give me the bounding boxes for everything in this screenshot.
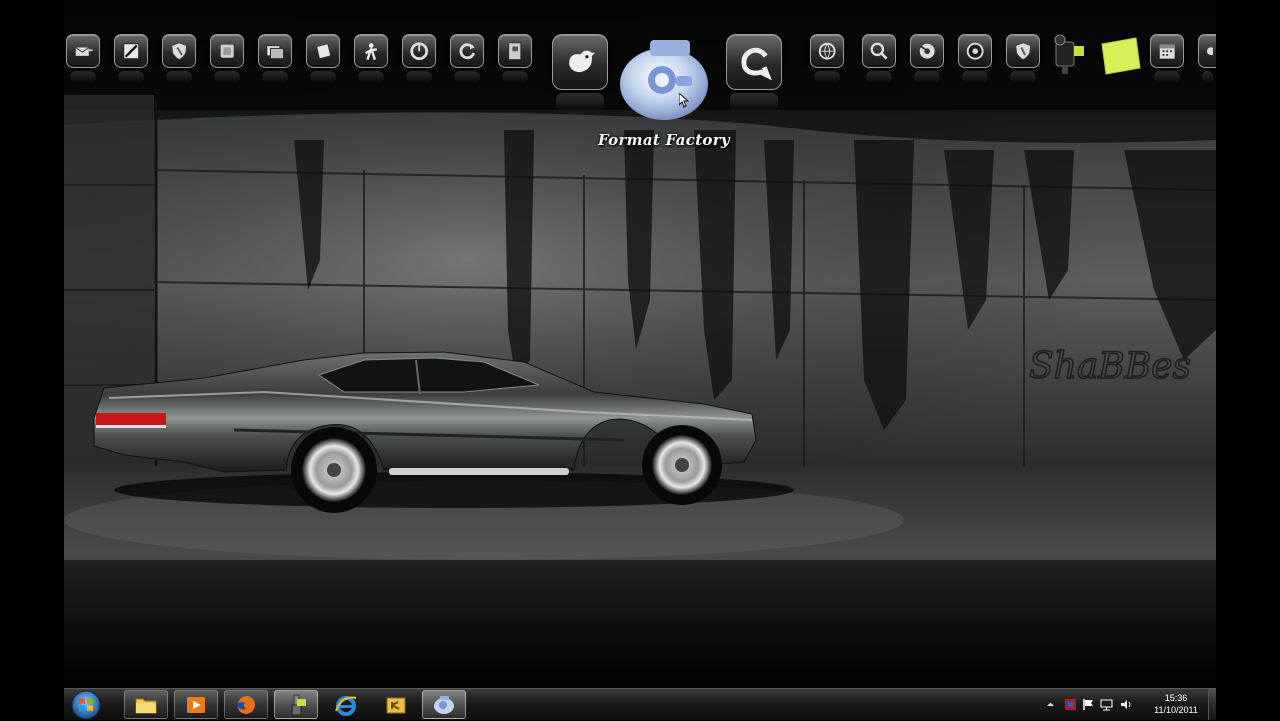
messenger-icon[interactable]	[726, 34, 782, 111]
globe-icon[interactable]	[810, 34, 844, 83]
media-icon[interactable]	[910, 34, 944, 83]
calendar-icon[interactable]	[1150, 34, 1184, 83]
camcorder-icon[interactable]	[1052, 32, 1092, 76]
email-icon[interactable]	[66, 34, 100, 83]
volume-icon[interactable]	[1120, 698, 1133, 711]
clock-time: 15:36	[1164, 693, 1188, 703]
svg-text:ShaBBes: ShaBBes	[1029, 346, 1191, 387]
partial-icon[interactable]	[1198, 34, 1216, 83]
sticky-note-icon[interactable]	[1098, 36, 1142, 76]
internet-explorer-icon[interactable]	[324, 690, 368, 719]
format-factory-icon[interactable]	[616, 36, 714, 122]
app-icon[interactable]	[210, 34, 244, 83]
security-icon[interactable]	[1006, 34, 1040, 83]
rocket-dock: Format Factory	[0, 0, 1280, 160]
note-icon[interactable]	[306, 34, 340, 83]
taskbar-clock[interactable]: 15:36 11/10/2011	[1148, 692, 1204, 716]
files-icon[interactable]	[498, 34, 532, 83]
taskbar: 15:36 11/10/2011	[64, 688, 1216, 720]
dock-hover-label: Format Factory	[598, 131, 730, 149]
show-desktop-button[interactable]	[1208, 689, 1216, 720]
aim-icon[interactable]	[354, 34, 388, 83]
tray-expand-icon[interactable]	[1044, 698, 1057, 711]
speaker-icon[interactable]	[958, 34, 992, 83]
clock-date: 11/10/2011	[1154, 705, 1198, 715]
twitter-bird-icon[interactable]	[552, 34, 608, 111]
windows-orb-icon	[71, 690, 101, 719]
format-factory-taskbar-icon[interactable]	[422, 690, 466, 719]
media-player-icon[interactable]	[174, 690, 218, 719]
action-center-flag-icon[interactable]	[1082, 698, 1095, 711]
system-tray: 15:36 11/10/2011	[1042, 689, 1216, 720]
reload-icon[interactable]	[450, 34, 484, 83]
network-icon[interactable]	[1100, 698, 1113, 711]
antivirus-icon[interactable]	[1064, 698, 1077, 711]
paint-app-icon[interactable]	[274, 690, 318, 719]
firefox-icon[interactable]	[224, 690, 268, 719]
ccleaner-icon[interactable]	[402, 34, 436, 83]
explorer-folder-icon[interactable]	[124, 690, 168, 719]
draw-icon[interactable]	[114, 34, 148, 83]
search-icon[interactable]	[862, 34, 896, 83]
key-app-icon[interactable]	[374, 690, 418, 719]
start-button[interactable]	[68, 689, 104, 720]
shield-icon[interactable]	[162, 34, 196, 83]
mouse-cursor-icon	[678, 91, 690, 112]
gallery-icon[interactable]	[258, 34, 292, 83]
